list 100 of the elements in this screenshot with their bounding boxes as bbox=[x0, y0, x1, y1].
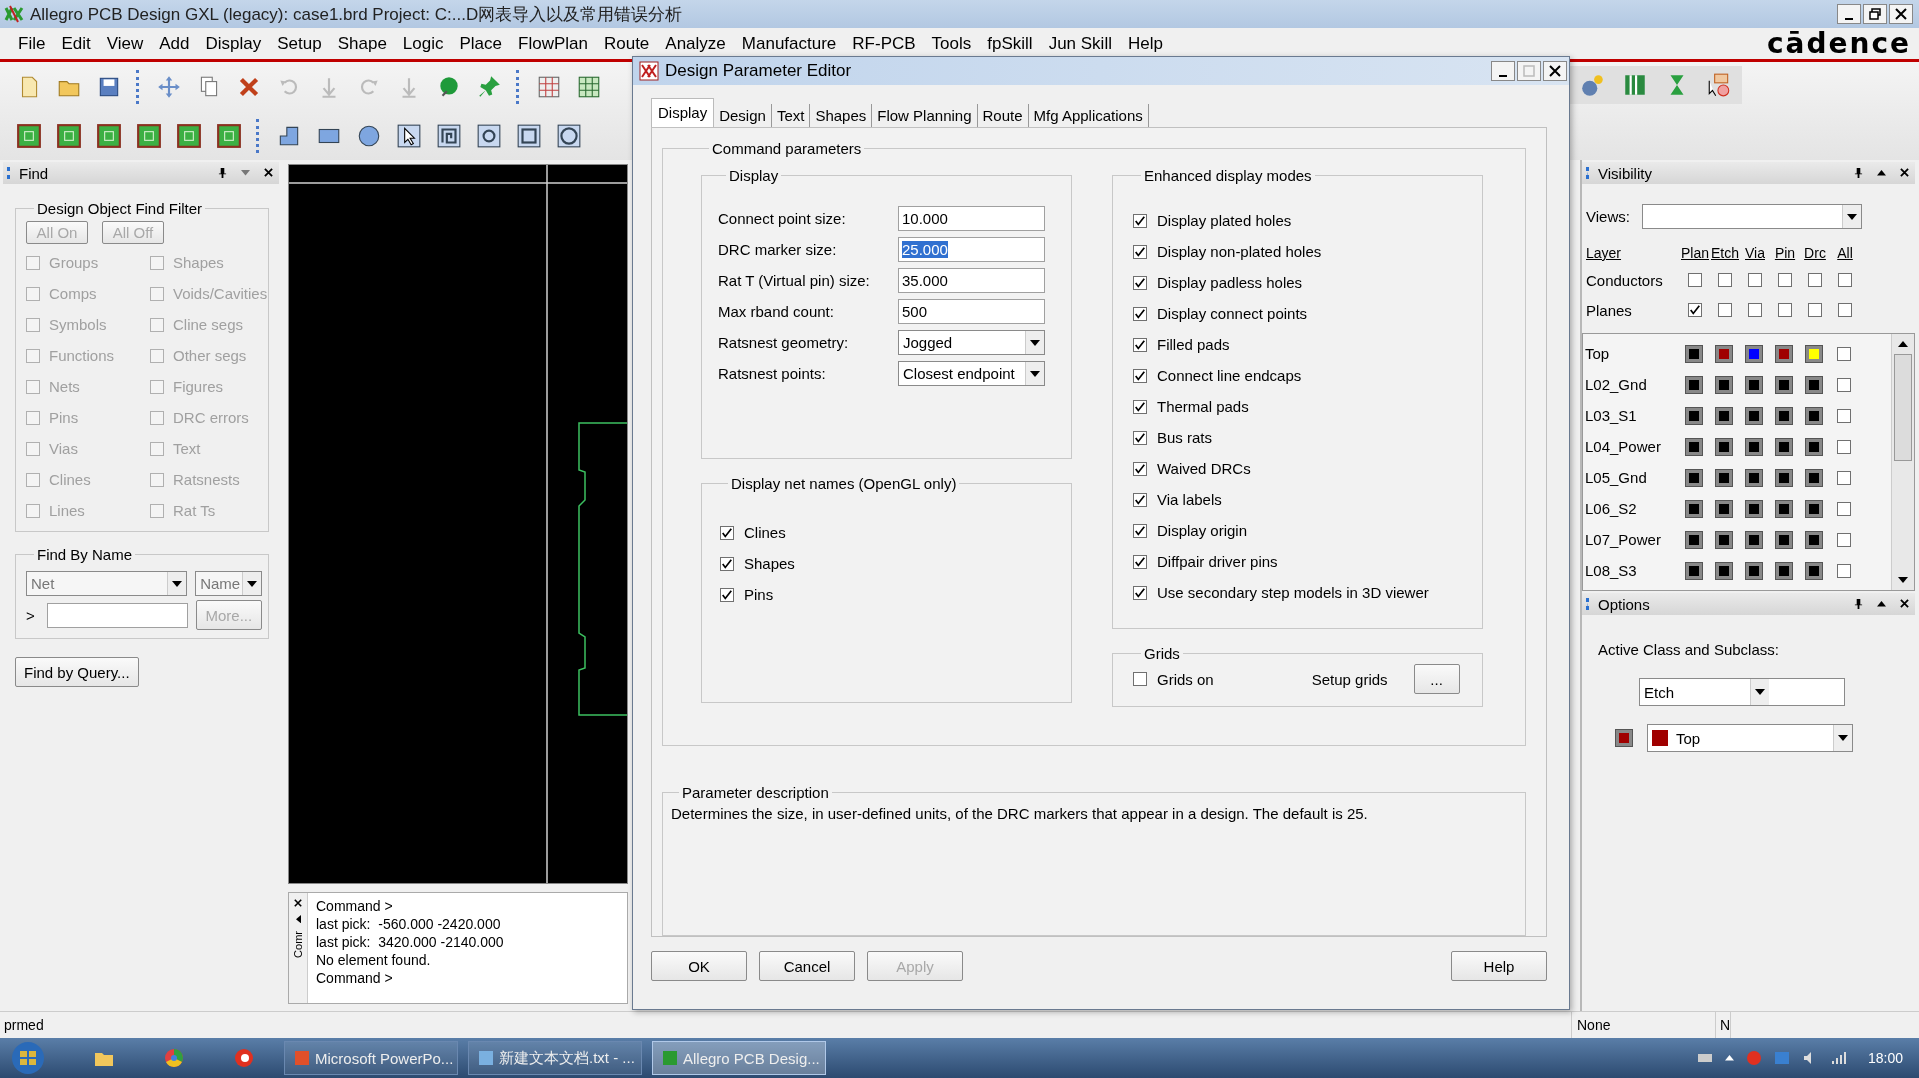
color-swatch[interactable] bbox=[1805, 468, 1823, 487]
menu-item[interactable]: File bbox=[10, 33, 54, 54]
chip-icon[interactable] bbox=[216, 122, 242, 149]
checkbox[interactable] bbox=[1837, 470, 1851, 485]
color-swatch[interactable] bbox=[1685, 468, 1703, 487]
checkbox[interactable] bbox=[1718, 273, 1732, 287]
chip-icon[interactable] bbox=[96, 122, 122, 149]
column-header[interactable]: Via bbox=[1740, 245, 1770, 261]
menu-item[interactable]: Manufacture bbox=[733, 33, 845, 54]
color-swatch[interactable] bbox=[1805, 437, 1823, 456]
chip-icon[interactable] bbox=[16, 122, 42, 149]
color-swatch[interactable] bbox=[1685, 530, 1703, 549]
close-icon[interactable] bbox=[264, 168, 273, 178]
taskbar-button[interactable]: Microsoft PowerPo... bbox=[284, 1041, 458, 1075]
checkbox[interactable] bbox=[1718, 303, 1732, 317]
panel-tab[interactable]: Comr bbox=[292, 931, 304, 959]
checkbox[interactable] bbox=[1688, 303, 1702, 317]
color-swatch[interactable] bbox=[1715, 530, 1733, 549]
checkbox[interactable] bbox=[1133, 337, 1147, 352]
up-arrow-icon[interactable] bbox=[1877, 601, 1886, 607]
class-dropdown[interactable]: Etch bbox=[1639, 678, 1845, 706]
loop-icon[interactable] bbox=[476, 122, 502, 149]
checkbox[interactable] bbox=[1133, 554, 1147, 569]
text-field[interactable]: 500 bbox=[898, 299, 1045, 324]
app-icon[interactable] bbox=[232, 1046, 256, 1070]
column-header[interactable]: Plan bbox=[1680, 245, 1710, 261]
design-canvas[interactable] bbox=[288, 164, 628, 884]
chip-icon[interactable] bbox=[56, 122, 82, 149]
spiral-icon[interactable] bbox=[436, 122, 462, 149]
color-swatch[interactable] bbox=[1615, 729, 1633, 747]
checkbox[interactable] bbox=[1837, 377, 1851, 392]
menu-item[interactable]: Place bbox=[451, 33, 511, 54]
signal-icon[interactable] bbox=[1829, 1050, 1846, 1066]
color-swatch[interactable] bbox=[1775, 499, 1793, 518]
menu-item[interactable]: RF-PCB bbox=[844, 33, 924, 54]
color-swatch[interactable] bbox=[1775, 406, 1793, 425]
color-swatch[interactable] bbox=[1775, 344, 1793, 363]
menu-item[interactable]: Tools bbox=[923, 33, 980, 54]
pin-icon[interactable] bbox=[218, 167, 227, 179]
color-swatch[interactable] bbox=[1775, 468, 1793, 487]
color-swatch[interactable] bbox=[1775, 561, 1793, 580]
menu-item[interactable]: Add bbox=[151, 33, 198, 54]
name-input[interactable] bbox=[47, 602, 188, 628]
color-swatch[interactable] bbox=[1745, 375, 1763, 394]
checkbox[interactable] bbox=[1838, 273, 1852, 287]
minimize-button[interactable] bbox=[1837, 4, 1861, 24]
column-header[interactable]: Layer bbox=[1586, 245, 1680, 261]
subclass-dropdown[interactable]: Top bbox=[1647, 724, 1853, 752]
pin-icon[interactable] bbox=[1854, 167, 1863, 179]
color-swatch[interactable] bbox=[1685, 375, 1703, 394]
menu-item[interactable]: Analyze bbox=[657, 33, 734, 54]
color-swatch[interactable] bbox=[1715, 344, 1733, 363]
checkbox[interactable] bbox=[1837, 408, 1851, 423]
checkbox[interactable] bbox=[720, 525, 734, 540]
color-swatch[interactable] bbox=[1685, 406, 1703, 425]
scrollbar[interactable] bbox=[1891, 334, 1914, 590]
color-swatch[interactable] bbox=[1805, 375, 1823, 394]
checkbox[interactable] bbox=[1133, 585, 1147, 600]
start-button[interactable] bbox=[10, 1040, 46, 1076]
close-button[interactable] bbox=[1543, 61, 1567, 81]
checkbox[interactable] bbox=[1748, 303, 1762, 317]
color-swatch[interactable] bbox=[1805, 344, 1823, 363]
color-swatch[interactable] bbox=[1805, 561, 1823, 580]
close-button[interactable] bbox=[1889, 4, 1913, 24]
color-swatch[interactable] bbox=[1745, 344, 1763, 363]
checkbox[interactable] bbox=[1133, 244, 1147, 259]
minimize-button[interactable] bbox=[1491, 61, 1515, 81]
color-swatch[interactable] bbox=[1805, 499, 1823, 518]
menu-item[interactable]: Route bbox=[595, 33, 658, 54]
left-arrow-icon[interactable] bbox=[295, 915, 301, 924]
checkbox[interactable] bbox=[1133, 672, 1147, 686]
checkbox[interactable] bbox=[720, 556, 734, 571]
menu-item[interactable]: Jun Skill bbox=[1040, 33, 1120, 54]
checkbox[interactable] bbox=[1688, 273, 1702, 287]
square-outline-icon[interactable] bbox=[516, 122, 542, 149]
dialog-button[interactable]: Help bbox=[1451, 951, 1547, 981]
color-swatch[interactable] bbox=[1685, 437, 1703, 456]
menu-item[interactable]: fpSkill bbox=[979, 33, 1041, 54]
checkbox[interactable] bbox=[1808, 303, 1822, 317]
checkbox[interactable] bbox=[1133, 492, 1147, 507]
checkbox[interactable] bbox=[1808, 273, 1822, 287]
find-by-query-button[interactable]: Find by Query... bbox=[15, 657, 139, 687]
close-icon[interactable] bbox=[1900, 168, 1909, 178]
chip-icon[interactable] bbox=[176, 122, 202, 149]
menu-item[interactable]: FlowPlan bbox=[510, 33, 596, 54]
dropdown[interactable]: Closest endpoint bbox=[898, 361, 1045, 386]
color-swatch[interactable] bbox=[1715, 375, 1733, 394]
color-swatch[interactable] bbox=[1745, 437, 1763, 456]
dropdown[interactable]: Jogged bbox=[898, 330, 1045, 355]
color-swatch[interactable] bbox=[1745, 530, 1763, 549]
close-icon[interactable] bbox=[294, 899, 302, 907]
menu-item[interactable]: Edit bbox=[53, 33, 99, 54]
menu-item[interactable]: Logic bbox=[394, 33, 452, 54]
color-swatch[interactable] bbox=[1685, 561, 1703, 580]
pushpin-icon[interactable] bbox=[476, 73, 502, 100]
checkbox[interactable] bbox=[1837, 346, 1851, 361]
color-swatch[interactable] bbox=[1715, 468, 1733, 487]
setup-grids-button[interactable]: ... bbox=[1413, 664, 1460, 694]
dialog-button[interactable]: OK bbox=[651, 951, 747, 981]
restore-button[interactable] bbox=[1863, 4, 1887, 24]
